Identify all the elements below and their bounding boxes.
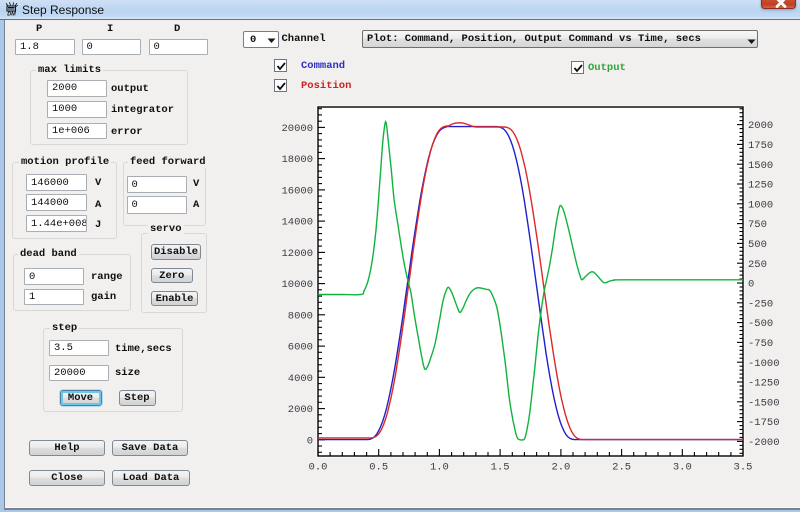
svg-text:2000: 2000	[288, 404, 313, 416]
svg-text:2.0: 2.0	[551, 462, 570, 474]
svg-text:1000: 1000	[748, 199, 773, 211]
svg-text:-750: -750	[748, 338, 773, 350]
svg-text:8000: 8000	[288, 310, 313, 322]
svg-text:2000: 2000	[748, 120, 773, 132]
svg-text:0.0: 0.0	[309, 462, 328, 474]
svg-text:12000: 12000	[281, 248, 313, 260]
svg-text:-1000: -1000	[748, 358, 780, 370]
svg-text:14000: 14000	[281, 217, 313, 229]
svg-text:500: 500	[748, 239, 767, 251]
svg-text:16000: 16000	[281, 186, 313, 198]
svg-text:6000: 6000	[288, 342, 313, 354]
svg-text:1.0: 1.0	[430, 462, 449, 474]
svg-text:4000: 4000	[288, 373, 313, 385]
svg-text:1.5: 1.5	[491, 462, 510, 474]
svg-text:-1250: -1250	[748, 378, 780, 390]
svg-text:0: 0	[748, 279, 754, 291]
svg-text:1750: 1750	[748, 140, 773, 152]
svg-text:2.5: 2.5	[612, 462, 631, 474]
svg-text:750: 750	[748, 219, 767, 231]
svg-text:1500: 1500	[748, 160, 773, 172]
svg-text:3.5: 3.5	[734, 462, 753, 474]
svg-text:10000: 10000	[281, 279, 313, 291]
svg-text:-2000: -2000	[748, 437, 780, 449]
svg-text:-1500: -1500	[748, 397, 780, 409]
svg-text:-1750: -1750	[748, 417, 780, 429]
svg-text:0: 0	[307, 435, 313, 447]
svg-text:DM: DM	[7, 11, 16, 16]
svg-text:18000: 18000	[281, 154, 313, 166]
svg-text:0.5: 0.5	[369, 462, 388, 474]
svg-text:20000: 20000	[281, 123, 313, 135]
svg-text:250: 250	[748, 259, 767, 271]
svg-text:-250: -250	[748, 298, 773, 310]
svg-text:-500: -500	[748, 318, 773, 330]
svg-text:3.0: 3.0	[673, 462, 692, 474]
svg-text:1250: 1250	[748, 180, 773, 192]
